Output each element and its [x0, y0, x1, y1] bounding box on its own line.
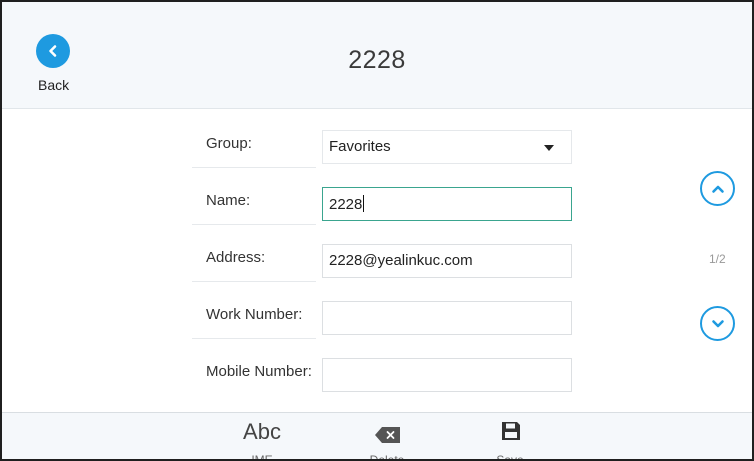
mobile-number-label: Mobile Number: — [206, 363, 312, 380]
group-value: Favorites — [329, 138, 391, 155]
save-button[interactable]: Save — [475, 413, 545, 461]
backspace-icon — [375, 427, 400, 443]
work-number-label: Work Number: — [206, 306, 303, 323]
page-up-button[interactable] — [700, 171, 735, 206]
floppy-disk-icon — [502, 422, 520, 440]
text-cursor — [363, 195, 365, 212]
group-label: Group: — [206, 135, 252, 152]
delete-button[interactable]: Delete — [352, 413, 422, 461]
group-row: Group: Favorites — [192, 122, 572, 168]
ime-button[interactable]: Abc IME — [227, 413, 297, 461]
divider — [192, 224, 316, 225]
contact-form: Group: Favorites Name: 2228 Address: 222… — [2, 109, 752, 412]
bottom-toolbar: Abc IME Delete Save — [2, 412, 752, 461]
name-label: Name: — [206, 192, 251, 209]
caret-down-icon — [544, 145, 554, 151]
work-number-row: Work Number: — [192, 293, 572, 339]
divider — [192, 167, 316, 168]
address-label: Address: — [206, 249, 266, 266]
chevron-up-icon — [711, 185, 724, 193]
ime-label: IME — [251, 453, 273, 461]
address-input[interactable]: 2228@yealinkuc.com — [322, 244, 572, 278]
page-title: 2228 — [348, 46, 406, 74]
chevron-down-icon — [711, 319, 724, 327]
divider — [192, 281, 316, 282]
name-input[interactable]: 2228 — [322, 187, 572, 221]
back-label: Back — [38, 77, 70, 93]
work-number-input[interactable] — [322, 301, 572, 335]
page-indicator: 1/2 — [709, 252, 726, 266]
name-value: 2228 — [329, 196, 363, 213]
ime-icon: Abc — [243, 419, 281, 444]
name-row: Name: 2228 — [192, 179, 572, 225]
address-value: 2228@yealinkuc.com — [329, 252, 473, 269]
group-select[interactable]: Favorites — [322, 130, 572, 164]
page-down-button[interactable] — [700, 306, 735, 341]
contact-edit-screen: Back 2228 Group: Favorites Name: 2228 Ad… — [0, 0, 754, 461]
address-row: Address: 2228@yealinkuc.com — [192, 236, 572, 282]
save-label: Save — [496, 453, 524, 461]
header-bar: Back 2228 — [2, 2, 752, 109]
delete-label: Delete — [369, 453, 405, 461]
divider — [192, 338, 316, 339]
mobile-number-row: Mobile Number: — [192, 350, 572, 396]
mobile-number-input[interactable] — [322, 358, 572, 392]
